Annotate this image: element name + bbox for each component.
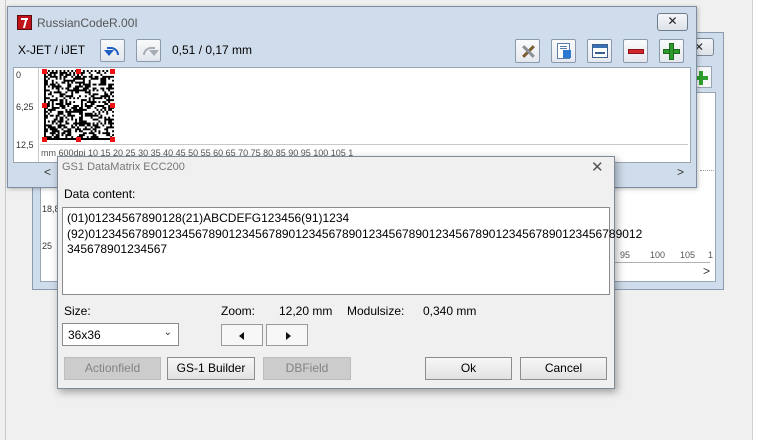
selection-handle[interactable] xyxy=(42,69,47,74)
selection-handle[interactable] xyxy=(76,137,81,142)
tools-button[interactable] xyxy=(515,39,540,63)
chevron-down-icon: ⌄ xyxy=(163,327,172,338)
desktop-divider xyxy=(5,0,6,440)
background-ruler-label: 100 xyxy=(650,250,666,260)
zoom-decrease-button[interactable] xyxy=(221,324,263,346)
arrow-left-icon xyxy=(239,332,244,340)
tools-icon xyxy=(521,44,535,58)
undo-button[interactable] xyxy=(100,39,125,62)
background-window-guide xyxy=(700,170,716,171)
vertical-ruler-label: 0 xyxy=(16,70,22,80)
data-content-line: 345678901234567 xyxy=(67,242,168,256)
modulsize-label: Modulsize: xyxy=(347,304,405,318)
window-close-button[interactable]: ✕ xyxy=(657,13,688,31)
selection-handle[interactable] xyxy=(76,69,81,74)
redo-button[interactable] xyxy=(136,39,161,62)
background-ruler-label: 105 xyxy=(680,250,696,260)
size-select-value: 36x36 xyxy=(68,328,101,342)
horizontal-ruler xyxy=(40,144,688,145)
background-ruler-label: 95 xyxy=(620,250,631,260)
selection-handle[interactable] xyxy=(110,103,115,108)
size-select[interactable]: 36x36 ⌄ xyxy=(62,323,179,346)
size-label: Size: xyxy=(64,304,91,318)
actionfield-button[interactable]: Actionfield xyxy=(64,357,161,380)
vertical-ruler-label: 25 xyxy=(42,241,53,251)
ok-button[interactable]: Ok xyxy=(425,357,512,380)
vertical-ruler-label: 12,5 xyxy=(16,140,34,150)
cancel-button[interactable]: Cancel xyxy=(520,357,607,380)
data-content-line: (92)012345678901234567890123456789012345… xyxy=(67,227,643,241)
add-button[interactable] xyxy=(659,39,684,63)
background-ruler-label: 1 xyxy=(708,250,714,260)
zoom-label: Zoom: xyxy=(221,304,256,318)
selection-handle[interactable] xyxy=(42,103,47,108)
dbfield-button[interactable]: DBField xyxy=(263,357,351,380)
scroll-right-icon[interactable]: > xyxy=(677,165,684,179)
gs1-builder-button[interactable]: GS-1 Builder xyxy=(167,357,255,380)
data-content-line: (01)01234567890128(21)ABCDEFG123456(91)1… xyxy=(67,211,350,225)
selection-handle[interactable] xyxy=(42,137,47,142)
arrow-right-icon xyxy=(286,332,291,340)
window-button[interactable] xyxy=(587,39,612,63)
right-edge-pane xyxy=(752,0,767,440)
modulsize-value: 0,340 mm xyxy=(423,304,477,318)
window-icon xyxy=(592,44,608,58)
dialog-close-button[interactable]: ✕ xyxy=(591,158,604,176)
vertical-ruler-label: 6,25 xyxy=(16,102,34,112)
vertical-ruler xyxy=(38,68,39,162)
zoom-increase-button[interactable] xyxy=(266,324,308,346)
printer-label: X-JET / iJET xyxy=(18,43,86,57)
remove-button[interactable] xyxy=(623,39,648,63)
background-scroll-right-icon[interactable]: > xyxy=(703,264,710,278)
data-content-label: Data content: xyxy=(64,187,136,201)
zoom-value: 12,20 mm xyxy=(279,304,333,318)
selection-handle[interactable] xyxy=(110,69,115,74)
selection-handle[interactable] xyxy=(110,137,115,142)
minus-icon xyxy=(628,49,644,54)
window-title: RussianCodeR.00I xyxy=(37,16,138,30)
background-window-ruler xyxy=(610,262,710,263)
size-readout: 0,51 / 0,17 mm xyxy=(172,43,253,57)
datamatrix-barcode[interactable] xyxy=(44,70,114,140)
document-icon xyxy=(557,43,571,59)
app-logo-icon xyxy=(17,15,32,30)
document-button[interactable] xyxy=(551,39,576,63)
scroll-left-icon[interactable]: < xyxy=(44,165,51,179)
dialog-title: GS1 DataMatrix ECC200 xyxy=(62,161,185,173)
